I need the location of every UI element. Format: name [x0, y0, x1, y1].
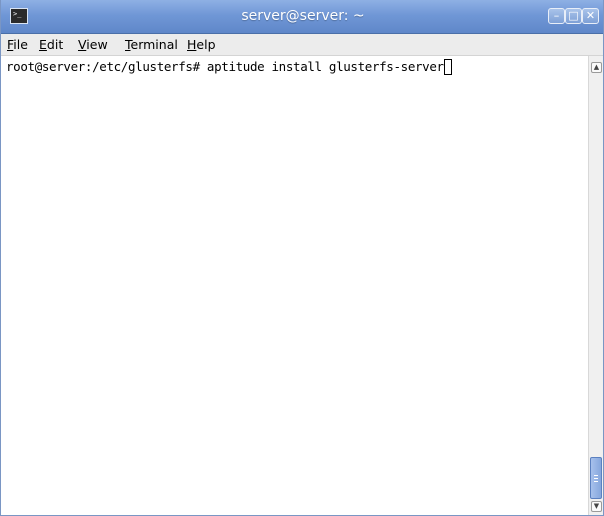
menu-view[interactable]: View	[78, 36, 108, 54]
menu-bar: File Edit View Terminal Help	[1, 34, 603, 56]
terminal-window: >_ server@server: ~ – □ ✕ File Edit View…	[0, 0, 604, 516]
menu-terminal[interactable]: Terminal	[125, 36, 178, 54]
menu-view-label: iew	[86, 37, 108, 52]
menu-help-mnemonic: H	[187, 37, 197, 52]
maximize-icon: □	[568, 9, 579, 22]
text-cursor	[443, 59, 452, 75]
close-icon: ✕	[585, 9, 596, 22]
menu-file-label: ile	[13, 37, 28, 52]
chevron-up-icon: ▲	[593, 63, 600, 71]
close-button[interactable]: ✕	[582, 8, 599, 24]
minimize-button[interactable]: –	[548, 8, 565, 24]
minimize-icon: –	[553, 9, 560, 22]
terminal-command-text: root@server:/etc/glusterfs# aptitude ins…	[6, 59, 444, 74]
menu-edit-mnemonic: E	[39, 37, 47, 52]
terminal-output-area[interactable]: root@server:/etc/glusterfs# aptitude ins…	[1, 56, 587, 515]
scroll-down-button[interactable]: ▼	[591, 501, 602, 512]
terminal-line: root@server:/etc/glusterfs# aptitude ins…	[6, 59, 452, 75]
scroll-thumb[interactable]	[590, 457, 602, 499]
grip-line	[594, 478, 598, 479]
menu-edit[interactable]: Edit	[39, 36, 63, 54]
grip-line	[594, 481, 598, 482]
title-bar[interactable]: >_ server@server: ~ – □ ✕	[1, 0, 603, 34]
window-title: server@server: ~	[241, 8, 365, 24]
vertical-scrollbar[interactable]: ▲ ▼	[588, 56, 603, 515]
menu-edit-label: dit	[46, 37, 64, 52]
menu-help[interactable]: Help	[187, 36, 216, 54]
chevron-down-icon: ▼	[593, 502, 600, 510]
menu-terminal-label: erminal	[130, 37, 178, 52]
grip-line	[594, 475, 598, 476]
maximize-button[interactable]: □	[565, 8, 582, 24]
menu-file[interactable]: File	[7, 36, 28, 54]
menu-help-label: elp	[196, 37, 216, 52]
scroll-up-button[interactable]: ▲	[591, 62, 602, 73]
